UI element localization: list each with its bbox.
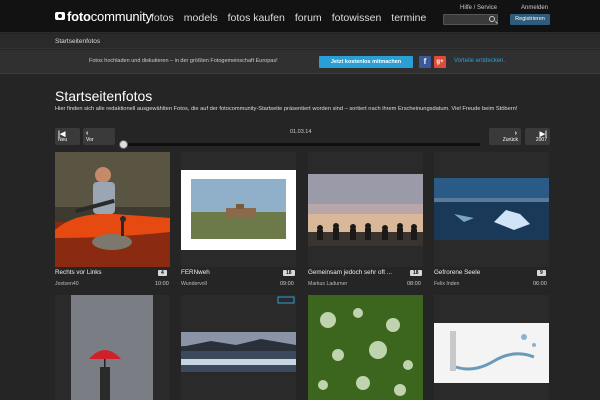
photo-time: 08:00	[407, 281, 421, 287]
comment-count-badge: 18	[410, 270, 422, 276]
chevron-left-icon: ‹	[86, 130, 89, 137]
photo-tile[interactable]	[308, 295, 423, 400]
photo-tile[interactable]	[181, 152, 296, 267]
breadcrumb-bar: Startseitenfotos	[0, 34, 600, 49]
nav-fotos[interactable]: fotos	[151, 12, 174, 24]
breadcrumb[interactable]: Startseitenfotos	[55, 38, 100, 45]
page-intro: Hier finden sich alle redaktionell ausge…	[55, 106, 518, 112]
photo-author[interactable]: Wundervoll	[181, 281, 207, 287]
photo-dewdrops	[308, 295, 423, 400]
photo-fernweh	[181, 152, 296, 267]
photo-tile[interactable]	[181, 295, 296, 400]
nav-models[interactable]: models	[184, 12, 218, 24]
advantages-link[interactable]: Vorteile entdecken.	[454, 58, 505, 64]
page-title: Startseitenfotos	[55, 88, 153, 104]
fotocommunity-logo[interactable]: fotocommunity	[55, 9, 152, 24]
nav-fotos-kaufen[interactable]: fotos kaufen	[228, 12, 285, 24]
oldest-button[interactable]: ▶| 2007	[525, 128, 550, 145]
photo-title[interactable]: Gefrorene Seele	[434, 269, 480, 276]
register-button[interactable]: Registrieren	[510, 14, 550, 25]
photo-tile[interactable]	[308, 152, 423, 267]
promo-text: Fotos hochladen und diskutieren – in der…	[89, 58, 278, 64]
main-nav: fotos models fotos kaufen forum fotowiss…	[151, 12, 426, 24]
login-link[interactable]: Anmelden	[521, 5, 548, 11]
chevron-right-icon: ›	[514, 130, 517, 137]
camera-icon	[55, 12, 65, 20]
top-nav-bar: fotocommunity fotos models fotos kaufen …	[0, 0, 600, 33]
photo-tile[interactable]	[434, 295, 549, 400]
promo-bar: Fotos hochladen und diskutieren – in der…	[0, 50, 600, 74]
photo-coast	[181, 295, 296, 400]
photo-title[interactable]: Gemeinsam jedoch sehr oft ...	[308, 269, 392, 276]
photo-kayak-goose	[55, 152, 170, 267]
photo-author[interactable]: Jostsen40	[55, 281, 79, 287]
photo-author[interactable]: Markus Ladurner	[308, 281, 347, 287]
comment-count-badge: 9	[537, 270, 546, 276]
comment-count-badge: 4	[158, 270, 167, 276]
photo-title[interactable]: FERNweh	[181, 269, 210, 276]
nav-termine[interactable]: termine	[391, 12, 426, 24]
comment-count-badge: 18	[283, 270, 295, 276]
prev-button[interactable]: ‹ Vor	[83, 128, 115, 145]
timeline-date: 01.03.14	[290, 129, 312, 135]
timeline-handle[interactable]	[119, 140, 128, 149]
photo-title[interactable]: Rechts vor Links	[55, 269, 102, 276]
photo-tile[interactable]	[55, 295, 170, 400]
photo-ice-lake	[434, 152, 549, 267]
photo-time: 09:00	[280, 281, 294, 287]
back-button[interactable]: › Zurück	[489, 128, 521, 145]
photo-faucet-splash	[434, 295, 549, 400]
nav-forum[interactable]: forum	[295, 12, 322, 24]
photo-red-umbrella	[55, 295, 170, 400]
newest-button[interactable]: |◀ Neu	[55, 128, 80, 145]
photo-author[interactable]: Felix Inden	[434, 281, 459, 287]
join-button[interactable]: Jetzt kostenlos mitmachen	[319, 56, 413, 68]
search-input[interactable]	[443, 14, 498, 25]
photo-tile[interactable]	[434, 152, 549, 267]
help-link[interactable]: Hilfe / Service	[460, 5, 497, 11]
photo-time: 10:00	[155, 281, 169, 287]
timeline-track[interactable]	[120, 143, 480, 146]
search-icon[interactable]	[489, 16, 495, 22]
nav-fotowissen[interactable]: fotowissen	[332, 12, 382, 24]
photo-tile[interactable]	[55, 152, 170, 267]
photo-time: 06:00	[533, 281, 547, 287]
google-plus-icon[interactable]: g+	[434, 56, 446, 68]
facebook-icon[interactable]: f	[419, 56, 431, 68]
photo-sunset-people	[308, 152, 423, 267]
